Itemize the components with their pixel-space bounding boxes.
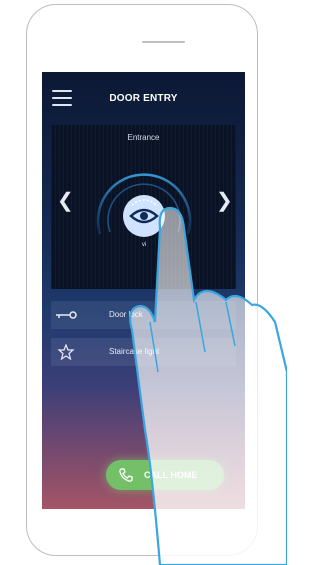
app-screen: DOOR ENTRY Entrance ❮ ❯ vi Door lock Sta… — [42, 72, 245, 509]
phone-speaker — [142, 41, 185, 43]
top-bar: DOOR ENTRY — [42, 72, 245, 122]
call-home-label: CALL HOME — [144, 470, 198, 480]
view-label: vi — [141, 242, 147, 248]
call-home-button[interactable]: CALL HOME — [106, 460, 224, 490]
key-icon — [56, 311, 77, 319]
star-icon — [57, 344, 75, 360]
chevron-right-icon[interactable]: ❯ — [216, 191, 233, 211]
eye-icon — [129, 199, 159, 224]
chevron-left-icon[interactable]: ❮ — [57, 191, 74, 211]
view-button[interactable] — [123, 195, 165, 237]
page-title: DOOR ENTRY — [109, 93, 178, 104]
door-lock-label: Door lock — [109, 310, 143, 319]
staircase-light-label: Staircase light — [109, 347, 160, 356]
phone-icon — [119, 468, 133, 482]
panel-title: Entrance — [127, 133, 160, 142]
view-dial: vi — [94, 154, 194, 274]
door-lock-row[interactable]: Door lock — [51, 301, 236, 329]
camera-panel: Entrance ❮ ❯ vi — [51, 125, 236, 289]
staircase-light-row[interactable]: Staircase light — [51, 338, 236, 366]
